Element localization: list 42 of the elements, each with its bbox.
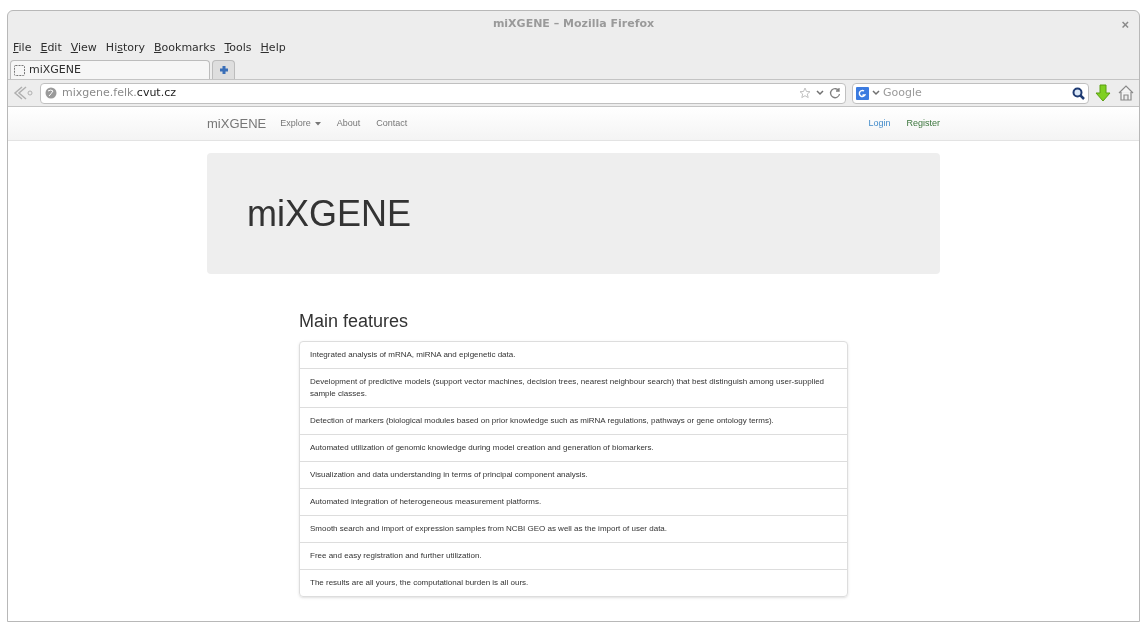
- feature-item: Visualization and data understanding in terms of principal component analysis.: [300, 461, 847, 488]
- new-tab-button[interactable]: [212, 60, 235, 79]
- menu-item[interactable]: Tools: [224, 40, 252, 57]
- nav-link[interactable]: Login: [868, 116, 891, 131]
- reload-icon[interactable]: [829, 87, 841, 99]
- window-title: miXGENE – Mozilla Firefox: [492, 16, 655, 33]
- chevron-down-icon[interactable]: [816, 90, 824, 96]
- menu-item[interactable]: View: [70, 40, 97, 57]
- feature-item: Automated utilization of genomic knowledge during model creation and generation of biomarkers.: [300, 434, 847, 461]
- feature-item: Free and easy registration and further utilization.: [300, 542, 847, 569]
- search-input[interactable]: Google: [883, 84, 1069, 102]
- search-field[interactable]: Google: [852, 82, 1089, 104]
- brand-link[interactable]: miXGENE: [207, 113, 267, 134]
- menu-item[interactable]: Edit: [40, 40, 62, 57]
- feature-item: Development of predictive models (support vector machines, decision trees, nearest neighbour search) that best distinguish among user-supplied sample classes.: [300, 368, 847, 407]
- address-field[interactable]: mixgene.felk.cvut.cz: [40, 82, 846, 104]
- chevron-down-icon[interactable]: [872, 90, 880, 96]
- browser-tab[interactable]: miXGENE: [10, 60, 210, 79]
- feature-item: Detection of markers (biological modules based on prior knowledge such as miRNA regulations, pathways or gene ontology terms).: [300, 407, 847, 434]
- home-icon[interactable]: [1117, 84, 1135, 102]
- url-text: mixgene.felk.cvut.cz: [62, 84, 177, 101]
- nav-link[interactable]: Contact: [376, 116, 408, 131]
- feature-item: Automated integration of heterogeneous measurement platforms.: [300, 488, 847, 515]
- menu-item[interactable]: File: [13, 40, 32, 57]
- feature-item: Integrated analysis of mRNA, miRNA and epigenetic data.: [309, 349, 517, 361]
- feature-item: The results are all yours, the computational burden is all ours.: [300, 569, 847, 596]
- star-icon[interactable]: [799, 87, 811, 99]
- jumbotron-title: miXGENE: [247, 191, 412, 236]
- google-icon[interactable]: [856, 86, 869, 100]
- search-icon[interactable]: [1072, 86, 1085, 100]
- caret-icon: [314, 121, 321, 126]
- section-heading: Main features: [299, 310, 410, 333]
- menu-item[interactable]: Bookmarks: [154, 40, 216, 57]
- feature-item: Smooth search and import of expression samples from NCBI GEO as well as the import of user data.: [300, 515, 847, 542]
- menu-item[interactable]: Help: [260, 40, 286, 57]
- download-arrow-icon[interactable]: [1095, 84, 1111, 102]
- nav-link[interactable]: About: [336, 116, 361, 131]
- nav-link[interactable]: Register: [906, 116, 940, 131]
- plus-icon: [218, 65, 229, 75]
- menu-item[interactable]: History: [105, 40, 145, 57]
- page-icon: [14, 64, 25, 76]
- nav-link[interactable]: Explore: [280, 116, 321, 131]
